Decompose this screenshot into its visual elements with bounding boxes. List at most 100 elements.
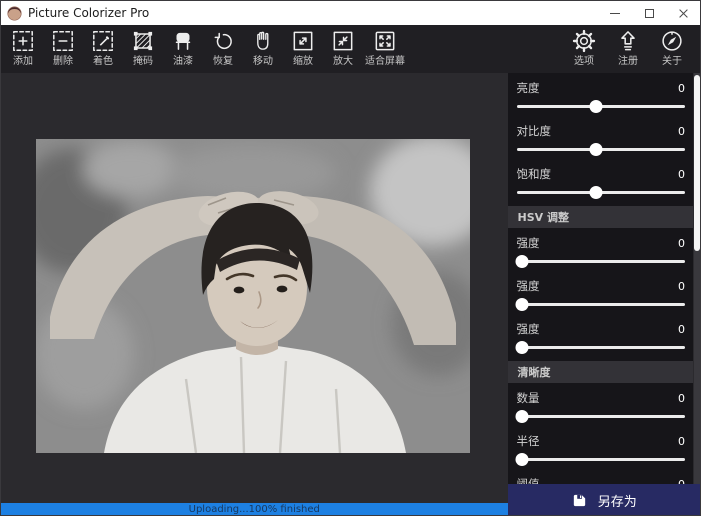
tool-delete[interactable]: 删除	[43, 25, 83, 73]
tool-label: 放大	[333, 55, 353, 68]
scale-icon	[290, 27, 316, 55]
panel-scrollbar[interactable]	[694, 73, 700, 484]
add-selection-icon	[10, 27, 36, 55]
tool-paint[interactable]: 油漆	[163, 25, 203, 73]
tool-mask[interactable]: 掩码	[123, 25, 163, 73]
restore-icon	[210, 27, 236, 55]
slider-track[interactable]	[517, 303, 685, 306]
maximize-button[interactable]	[632, 1, 666, 25]
tool-label: 添加	[13, 55, 33, 68]
slider-handle[interactable]	[516, 341, 529, 354]
slider-handle[interactable]	[516, 298, 529, 311]
slider-row: 数量 0	[508, 383, 693, 426]
tool-label: 注册	[618, 55, 638, 68]
slider-row: 强度 0	[508, 228, 693, 271]
slider-row: 饱和度 0	[508, 159, 693, 202]
minimize-icon	[610, 13, 620, 14]
close-icon	[678, 8, 689, 19]
slider-track[interactable]	[517, 415, 685, 418]
slider-value: 0	[678, 392, 685, 405]
slider-value: 0	[678, 478, 685, 485]
canvas-column: Uploading...100% finished	[1, 73, 508, 516]
slider-row: 亮度 0	[508, 73, 693, 116]
tool-label: 掩码	[133, 55, 153, 68]
tool-restore[interactable]: 恢复	[203, 25, 243, 73]
tool-label: 删除	[53, 55, 73, 68]
colorize-icon	[90, 27, 116, 55]
slider-label: 强度	[517, 321, 540, 337]
remove-selection-icon	[50, 27, 76, 55]
tool-register[interactable]: 注册	[608, 25, 648, 73]
close-button[interactable]	[666, 1, 700, 25]
paint-roller-icon	[170, 27, 196, 55]
mask-icon	[130, 27, 156, 55]
statusbar: Uploading...100% finished	[1, 503, 508, 516]
tool-zoom-in[interactable]: 放大	[323, 25, 363, 73]
slider-value: 0	[678, 125, 685, 138]
slider-label: 对比度	[517, 123, 552, 139]
slider-handle[interactable]	[516, 453, 529, 466]
slider-label: 强度	[517, 235, 540, 251]
about-icon	[659, 27, 685, 55]
slider-handle[interactable]	[516, 255, 529, 268]
slider-track[interactable]	[517, 260, 685, 263]
slider-handle[interactable]	[589, 143, 602, 156]
slider-value: 0	[678, 168, 685, 181]
slider-handle[interactable]	[516, 410, 529, 423]
tool-add[interactable]: 添加	[3, 25, 43, 73]
save-icon	[571, 492, 588, 509]
tool-options[interactable]: 选项	[564, 25, 604, 73]
app-logo-icon	[7, 6, 22, 21]
photo[interactable]	[36, 139, 470, 453]
slider-label: 数量	[517, 390, 540, 406]
save-as-label: 另存为	[598, 491, 637, 510]
save-as-button[interactable]: 另存为	[508, 484, 700, 516]
tool-label: 缩放	[293, 55, 313, 68]
tool-label: 选项	[574, 55, 594, 68]
tool-label: 油漆	[173, 55, 193, 68]
tool-scale[interactable]: 缩放	[283, 25, 323, 73]
slider-handle[interactable]	[589, 186, 602, 199]
minimize-button[interactable]	[598, 1, 632, 25]
scrollbar-thumb[interactable]	[694, 75, 700, 251]
toolbar-right: 选项 注册 关于	[564, 25, 692, 73]
slider-label: 强度	[517, 278, 540, 294]
section-header: HSV 调整	[508, 206, 693, 228]
slider-value: 0	[678, 435, 685, 448]
slider-label: 饱和度	[517, 166, 552, 182]
slider-group: 亮度 0 对比度 0 饱和度 0	[508, 73, 693, 206]
slider-value: 0	[678, 82, 685, 95]
toolbar: 添加 删除着色掩码 油漆恢复移动 缩放 放大适合屏幕 选项 注册 关于	[1, 25, 700, 73]
main-area: Uploading...100% finished 亮度 0 对比度 0 饱和度 0 HSV…	[1, 73, 700, 516]
app-window: Picture Colorizer Pro 添加 删除着色掩码 油漆恢复移动 缩放 放大…	[0, 0, 701, 516]
gear-icon	[571, 27, 597, 55]
tool-colorize[interactable]: 着色	[83, 25, 123, 73]
section-header: 清晰度	[508, 361, 693, 383]
slider-label: 亮度	[517, 80, 540, 96]
tool-fit-screen[interactable]: 适合屏幕	[363, 25, 407, 73]
tool-label: 适合屏幕	[365, 55, 405, 68]
editing-canvas[interactable]	[1, 73, 508, 503]
slider-group: 强度 0 强度 0 强度 0	[508, 228, 693, 361]
slider-track[interactable]	[517, 458, 685, 461]
slider-value: 0	[678, 280, 685, 293]
maximize-icon	[645, 9, 654, 18]
slider-handle[interactable]	[589, 100, 602, 113]
slider-track[interactable]	[517, 346, 685, 349]
panel-body: 亮度0对比度0饱和度0HSV 调整强度0强度0强度0清晰度数量0半径0阈值0	[508, 73, 700, 484]
register-icon	[615, 27, 641, 55]
tool-label: 关于	[662, 55, 682, 68]
slider-row: 对比度 0	[508, 116, 693, 159]
adjustment-panel: 亮度0对比度0饱和度0HSV 调整强度0强度0强度0清晰度数量0半径0阈值0 另…	[508, 73, 700, 516]
slider-value: 0	[678, 237, 685, 250]
fit-screen-icon	[372, 27, 398, 55]
status-text: Uploading...100% finished	[189, 503, 320, 516]
tool-about[interactable]: 关于	[652, 25, 692, 73]
window-title: Picture Colorizer Pro	[28, 6, 149, 20]
tool-move[interactable]: 移动	[243, 25, 283, 73]
slider-row: 阈值0	[508, 469, 693, 484]
slider-value: 0	[678, 323, 685, 336]
titlebar: Picture Colorizer Pro	[1, 1, 700, 25]
tool-label: 移动	[253, 55, 273, 68]
zoom-in-icon	[330, 27, 356, 55]
